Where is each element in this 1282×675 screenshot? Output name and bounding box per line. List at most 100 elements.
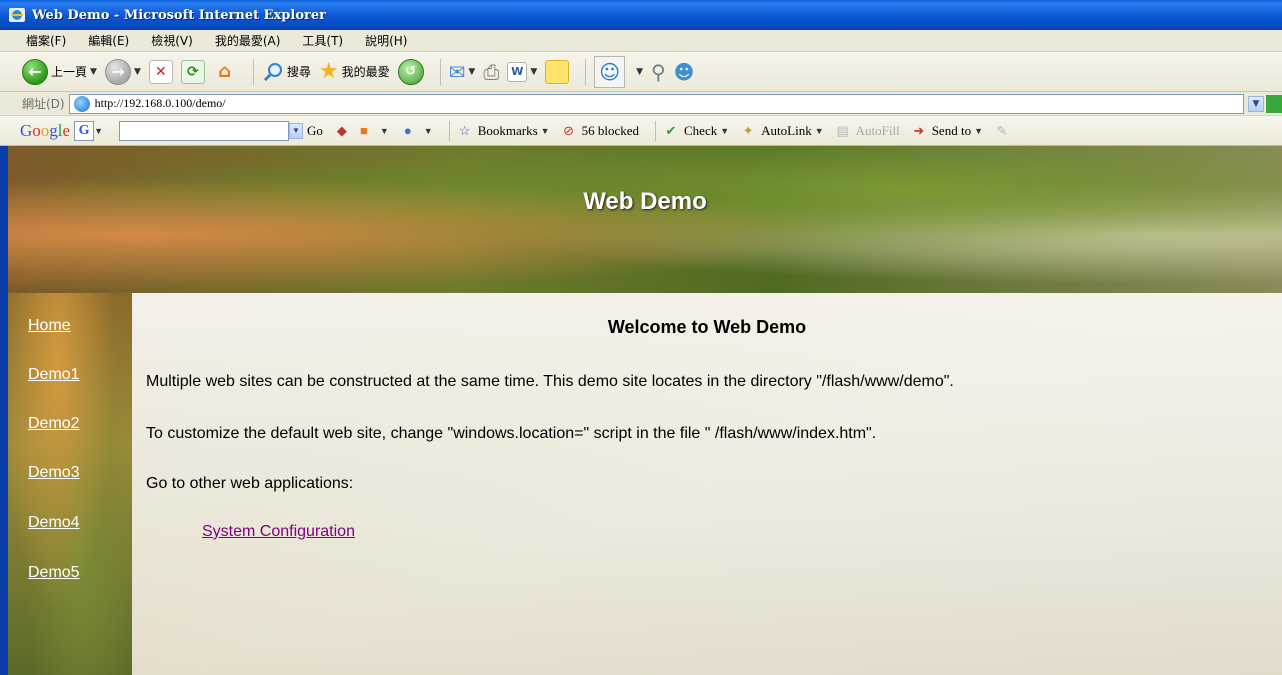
nav-link-demo3[interactable]: Demo3 — [28, 464, 80, 482]
bookmarks-button[interactable]: ☆ Bookmarks ▼ — [456, 122, 550, 140]
menu-file[interactable]: 檔案(F) — [26, 32, 66, 49]
word-icon: W — [507, 61, 528, 82]
autofill-button[interactable]: ▤ AutoFill — [834, 122, 899, 140]
address-input[interactable]: http://192.168.0.100/demo/ — [68, 93, 1244, 114]
history-icon: ↺ — [397, 58, 424, 85]
messenger-toggle-button[interactable]: ☺ — [594, 55, 626, 88]
menu-tools[interactable]: 工具(T) — [302, 32, 343, 49]
edit-dropdown-icon[interactable]: ▼ — [530, 67, 537, 77]
stop-button[interactable]: ✕ — [148, 56, 173, 88]
mail-button[interactable]: ✉ ▼ — [449, 56, 476, 88]
print-button[interactable]: ⎙ — [483, 56, 499, 88]
autolink-dropdown-icon[interactable]: ▼ — [815, 126, 824, 136]
popup-blocker-icon: ⊘ — [563, 122, 575, 138]
title-bar: Web Demo - Microsoft Internet Explorer — [0, 0, 1282, 30]
address-dropdown-icon[interactable]: ▼ — [1248, 95, 1264, 112]
contacts-icon: ☻ — [673, 59, 695, 84]
web-page: Web Demo Home Demo1 Demo2 Demo3 Demo4 De… — [8, 146, 1282, 675]
toolbar-options-icon: ■ — [359, 122, 368, 138]
stop-icon: ✕ — [148, 59, 173, 84]
google-search-dropdown-icon[interactable]: ▼ — [288, 122, 303, 139]
other-apps-paragraph: Go to other web applications: — [146, 475, 354, 492]
toolbar-separator — [448, 120, 450, 141]
spellcheck-icon: ✔ — [665, 122, 677, 138]
chat-icon: ● — [403, 122, 412, 138]
sendto-button[interactable]: ➜ Send to ▼ — [910, 122, 983, 140]
autofill-icon: ▤ — [836, 122, 849, 138]
toolbar-separator — [585, 58, 587, 85]
toolbar-separator — [252, 58, 254, 85]
search-button[interactable]: 搜尋 — [262, 56, 311, 88]
nav-link-demo5[interactable]: Demo5 — [28, 564, 80, 582]
window-left-border — [0, 146, 8, 675]
sendto-arrow-icon: ➜ — [913, 122, 925, 138]
home-icon: ⌂ — [218, 61, 232, 82]
menu-edit[interactable]: 編輯(E) — [88, 32, 129, 49]
go-label: Go — [306, 122, 323, 138]
google-go-button[interactable]: Go — [307, 123, 323, 139]
page-icon — [73, 95, 90, 112]
note-icon — [545, 59, 570, 84]
page-banner: Web Demo — [8, 146, 1282, 293]
chat-dropdown-icon[interactable]: ▼ — [424, 126, 433, 136]
back-dropdown-icon[interactable]: ▼ — [90, 67, 97, 77]
google-menu-icon[interactable]: G — [74, 120, 95, 141]
menu-help[interactable]: 說明(H) — [365, 32, 407, 49]
bookmark-star-icon: ☆ — [458, 122, 471, 138]
check-label: Check — [684, 122, 718, 138]
nav-link-demo4[interactable]: Demo4 — [28, 514, 80, 532]
forward-button[interactable]: → ▼ — [104, 56, 141, 88]
refresh-button[interactable]: ⟳ — [180, 56, 205, 88]
sendto-label: Send to — [931, 122, 972, 138]
back-button[interactable]: ← 上一頁 ▼ — [22, 56, 97, 88]
menu-favorites[interactable]: 我的最愛(A) — [215, 32, 281, 49]
nav-link-home[interactable]: Home — [28, 317, 71, 335]
history-button[interactable]: ↺ — [397, 56, 424, 88]
customize-paragraph: To customize the default web site, chang… — [146, 425, 877, 442]
favorites-label: 我的最愛 — [341, 65, 390, 79]
autolink-label: AutoLink — [761, 122, 812, 138]
window-title: Web Demo - Microsoft Internet Explorer — [32, 7, 326, 23]
address-url[interactable]: http://192.168.0.100/demo/ — [95, 96, 226, 111]
check-dropdown-icon[interactable]: ▼ — [720, 126, 729, 136]
forward-dropdown-icon[interactable]: ▼ — [134, 67, 141, 77]
search-label: 搜尋 — [286, 65, 311, 79]
popup-blocker-button[interactable]: ⊘ 56 blocked — [560, 122, 639, 140]
research-icon: ⚲ — [651, 59, 666, 84]
discuss-button[interactable] — [545, 56, 570, 88]
google-menu-dropdown-icon[interactable]: ▼ — [94, 126, 103, 136]
standard-toolbar: ← 上一頁 ▼ → ▼ ✕ ⟳ ⌂ 搜尋 ★ 我的最愛 ↺ ✉ ▼ ⎙ W ▼ — [0, 52, 1282, 92]
address-bar: 網址(D) http://192.168.0.100/demo/ ▼ — [0, 92, 1282, 116]
autolink-button[interactable]: ✦ AutoLink ▼ — [739, 122, 824, 140]
autolink-wand-icon: ✦ — [742, 122, 754, 138]
highlighter-icon: ✎ — [996, 122, 1008, 138]
main-content: Welcome to Web Demo Multiple web sites c… — [132, 293, 1282, 675]
bookmarks-dropdown-icon[interactable]: ▼ — [541, 126, 550, 136]
sendto-dropdown-icon[interactable]: ▼ — [974, 126, 983, 136]
research-button[interactable]: ⚲ — [651, 56, 666, 88]
mail-dropdown-icon[interactable]: ▼ — [468, 67, 475, 77]
system-configuration-link[interactable]: System Configuration — [202, 523, 355, 541]
google-options-button[interactable]: ◆ ■ ▼ — [333, 122, 389, 140]
address-label: 網址(D) — [22, 97, 65, 111]
edit-button[interactable]: W ▼ — [507, 56, 537, 88]
star-icon: ★ — [318, 59, 339, 84]
spellcheck-button[interactable]: ✔ Check ▼ — [662, 122, 730, 140]
google-chat-button[interactable]: ● ▼ — [399, 122, 433, 140]
menu-view[interactable]: 檢視(V) — [151, 32, 193, 49]
nav-link-demo1[interactable]: Demo1 — [28, 366, 80, 384]
favorites-button[interactable]: ★ 我的最愛 — [319, 56, 390, 88]
google-toolbar: Google G ▼ ▼ Go ◆ ■ ▼ ● ▼ ☆ Bookmarks ▼ … — [0, 116, 1282, 146]
nav-link-demo2[interactable]: Demo2 — [28, 415, 80, 433]
contacts-button[interactable]: ☻ — [674, 56, 695, 88]
messenger-dropdown-icon[interactable]: ▼ — [636, 67, 643, 77]
home-button[interactable]: ⌂ — [213, 56, 237, 88]
go-arrow-icon[interactable] — [1266, 94, 1282, 113]
highlighter-button[interactable]: ✎ — [993, 122, 1015, 140]
back-label: 上一頁 — [51, 65, 88, 79]
google-search-input[interactable] — [118, 120, 289, 141]
nav-sidebar: Home Demo1 Demo2 Demo3 Demo4 Demo5 — [8, 293, 132, 675]
google-logo: Google — [20, 120, 71, 140]
ie-app-icon — [9, 8, 25, 22]
options-dropdown-icon[interactable]: ▼ — [380, 126, 389, 136]
